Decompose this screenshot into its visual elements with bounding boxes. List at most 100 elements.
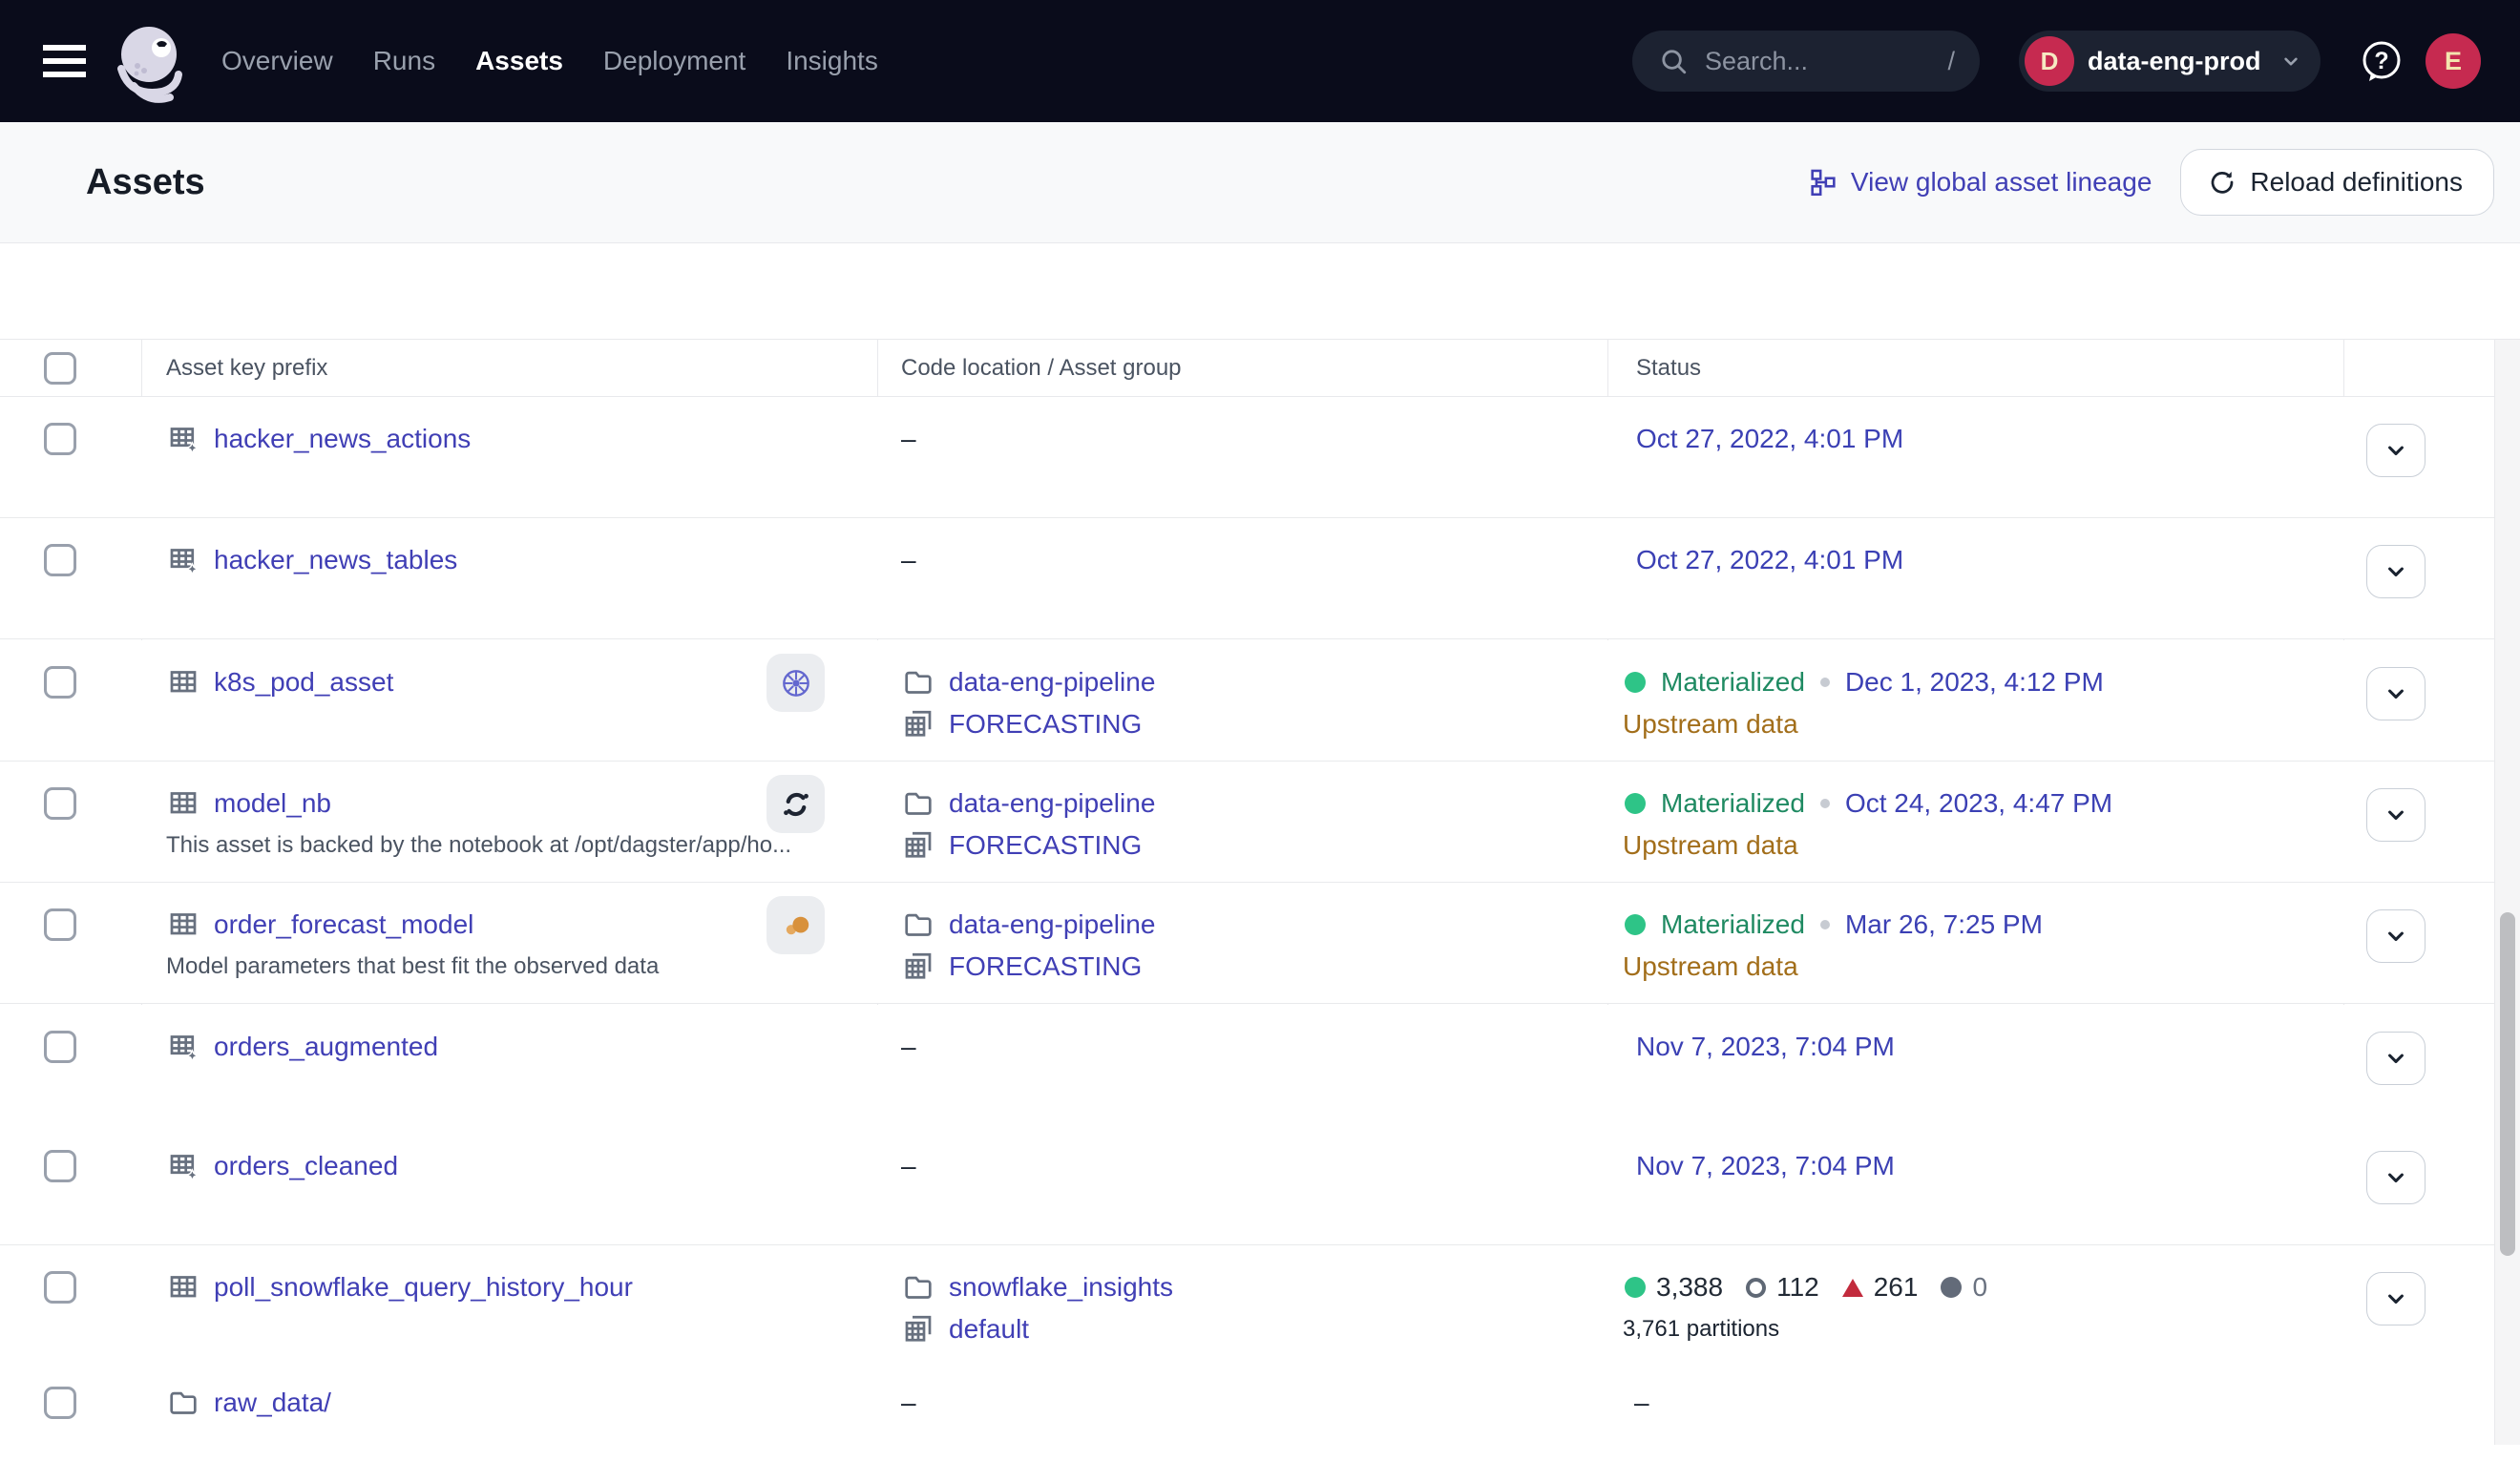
search-icon xyxy=(1657,45,1690,77)
missing-dot-icon xyxy=(1941,1277,1962,1298)
observed-count[interactable]: 112 xyxy=(1746,1272,1819,1303)
deployment-avatar: D xyxy=(2025,36,2074,86)
materialization-date-link[interactable]: Oct 24, 2023, 4:47 PM xyxy=(1845,788,2112,819)
nav-assets[interactable]: Assets xyxy=(475,46,563,76)
materialization-date-link[interactable]: Oct 27, 2022, 4:01 PM xyxy=(1636,424,1903,454)
row-expand-button[interactable] xyxy=(2366,667,2426,720)
asset-folder-link[interactable]: raw_data/ xyxy=(214,1388,331,1418)
folder-icon xyxy=(901,908,935,942)
materialized-dot-icon xyxy=(1625,914,1646,935)
failed-count[interactable]: 261 xyxy=(1842,1272,1919,1303)
nav-insights[interactable]: Insights xyxy=(786,46,878,76)
empty-value: – xyxy=(901,424,916,454)
materialization-date-link[interactable]: Dec 1, 2023, 4:12 PM xyxy=(1845,667,2104,698)
search-input[interactable]: Search... / xyxy=(1632,31,1980,92)
status-label: Materialized xyxy=(1661,909,1805,940)
separator-dot xyxy=(1820,678,1830,687)
materialization-date-link[interactable]: Oct 27, 2022, 4:01 PM xyxy=(1636,545,1903,575)
grid-icon xyxy=(166,665,200,699)
kubernetes-icon xyxy=(766,654,825,712)
menu-icon[interactable] xyxy=(43,45,86,77)
row-checkbox[interactable] xyxy=(44,1271,76,1304)
status-label: Materialized xyxy=(1661,788,1805,819)
empty-value: – xyxy=(901,1151,916,1181)
table-row: poll_snowflake_query_history_hour snowfl… xyxy=(0,1245,2494,1367)
page-title: Assets xyxy=(86,122,205,242)
row-expand-button[interactable] xyxy=(2366,1032,2426,1085)
code-location-link[interactable]: data-eng-pipeline xyxy=(949,667,1155,698)
asset-group-link[interactable]: FORECASTING xyxy=(949,951,1142,982)
row-checkbox[interactable] xyxy=(44,1387,76,1419)
column-header-status: Status xyxy=(1636,340,1701,397)
help-icon[interactable]: ? xyxy=(2360,39,2404,83)
nav-links: Overview Runs Assets Deployment Insights xyxy=(221,0,878,122)
asset-description: This asset is backed by the notebook at … xyxy=(166,832,791,859)
noteable-icon xyxy=(766,775,825,833)
row-checkbox[interactable] xyxy=(44,908,76,941)
upstream-data-tag[interactable]: Upstream data xyxy=(1623,951,1798,982)
code-location-link[interactable]: snowflake_insights xyxy=(949,1272,1173,1303)
dagster-logo-icon[interactable] xyxy=(105,15,197,107)
materialization-date-link[interactable]: Nov 7, 2023, 7:04 PM xyxy=(1636,1032,1895,1062)
user-avatar[interactable]: E xyxy=(2426,33,2481,89)
nav-deployment[interactable]: Deployment xyxy=(603,46,746,76)
nav-runs[interactable]: Runs xyxy=(373,46,435,76)
asset-link[interactable]: poll_snowflake_query_history_hour xyxy=(214,1272,633,1303)
table-row: k8s_pod_asset xyxy=(0,640,2494,762)
scrollbar-track xyxy=(2494,340,2520,1445)
row-expand-button[interactable] xyxy=(2366,1151,2426,1204)
asset-link[interactable]: orders_cleaned xyxy=(214,1151,398,1181)
row-checkbox[interactable] xyxy=(44,544,76,576)
code-location-link[interactable]: data-eng-pipeline xyxy=(949,788,1155,819)
reload-definitions-button[interactable]: Reload definitions xyxy=(2180,149,2494,216)
grid-sparkle-icon xyxy=(166,1149,200,1183)
upstream-data-tag[interactable]: Upstream data xyxy=(1623,709,1798,740)
table-row: hacker_news_tables – Oct 27, 2022, 4:01 … xyxy=(0,518,2494,639)
row-checkbox[interactable] xyxy=(44,1031,76,1063)
assets-table: Asset key prefix Code location / Asset g… xyxy=(0,339,2520,1445)
row-checkbox[interactable] xyxy=(44,423,76,455)
select-all-checkbox[interactable] xyxy=(44,352,76,385)
asset-link[interactable]: order_forecast_model xyxy=(214,909,473,940)
asset-group-icon xyxy=(901,828,935,863)
svg-text:?: ? xyxy=(2374,48,2388,74)
grid-sparkle-icon xyxy=(166,543,200,577)
asset-link[interactable]: hacker_news_actions xyxy=(214,424,471,454)
code-location-link[interactable]: data-eng-pipeline xyxy=(949,909,1155,940)
missing-count[interactable]: 0 xyxy=(1941,1272,1987,1303)
page-header: Assets View global asset lineage xyxy=(0,122,2520,243)
top-nav: Overview Runs Assets Deployment Insights… xyxy=(0,0,2520,122)
row-expand-button[interactable] xyxy=(2366,788,2426,842)
lineage-graph-icon xyxy=(1807,166,1839,198)
asset-group-icon xyxy=(901,1312,935,1346)
row-checkbox[interactable] xyxy=(44,1150,76,1182)
nav-overview[interactable]: Overview xyxy=(221,46,333,76)
view-global-asset-lineage-link[interactable]: View global asset lineage xyxy=(1807,166,2152,198)
row-expand-button[interactable] xyxy=(2366,424,2426,477)
row-checkbox[interactable] xyxy=(44,666,76,699)
row-expand-button[interactable] xyxy=(2366,909,2426,963)
materialized-count[interactable]: 3,388 xyxy=(1625,1272,1723,1303)
scrollbar-thumb[interactable] xyxy=(2500,912,2515,1256)
row-checkbox[interactable] xyxy=(44,787,76,820)
empty-value: – xyxy=(901,1032,916,1062)
folder-icon xyxy=(901,1270,935,1305)
row-expand-button[interactable] xyxy=(2366,545,2426,598)
asset-group-link[interactable]: FORECASTING xyxy=(949,709,1142,740)
row-expand-button[interactable] xyxy=(2366,1272,2426,1325)
asset-link[interactable]: hacker_news_tables xyxy=(214,545,457,575)
asset-group-link[interactable]: default xyxy=(949,1314,1029,1345)
folder-icon xyxy=(901,786,935,821)
materialization-date-link[interactable]: Mar 26, 7:25 PM xyxy=(1845,909,2043,940)
asset-group-link[interactable]: FORECASTING xyxy=(949,830,1142,861)
upstream-data-tag[interactable]: Upstream data xyxy=(1623,830,1798,861)
asset-link[interactable]: model_nb xyxy=(214,788,331,819)
materialized-dot-icon xyxy=(1625,672,1646,693)
asset-description: Model parameters that best fit the obser… xyxy=(166,953,659,980)
materialization-date-link[interactable]: Nov 7, 2023, 7:04 PM xyxy=(1636,1151,1895,1181)
asset-link[interactable]: k8s_pod_asset xyxy=(214,667,393,698)
deployment-switcher[interactable]: D data-eng-prod xyxy=(2019,31,2320,92)
grid-sparkle-icon xyxy=(166,1030,200,1064)
asset-link[interactable]: orders_augmented xyxy=(214,1032,438,1062)
materialized-dot-icon xyxy=(1625,793,1646,814)
